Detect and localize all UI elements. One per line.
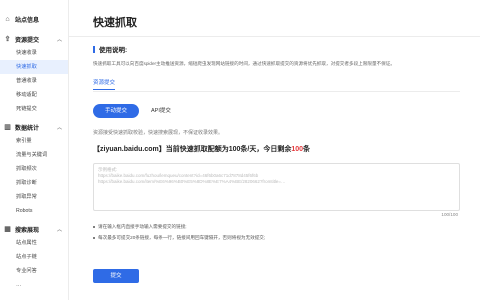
sidebar-item-mobile-adapt[interactable]: 移动适配 xyxy=(0,88,68,102)
submit-button[interactable]: 提交 xyxy=(93,269,139,283)
sidebar-group-search-display[interactable]: ▦ 搜索展现 ︿ xyxy=(0,222,68,236)
sidebar-item-more[interactable]: … xyxy=(0,278,68,292)
char-counter: 100/100 xyxy=(441,212,458,217)
sidebar-item-pro-qa[interactable]: 专业问答 xyxy=(0,264,68,278)
tab-api-submit[interactable]: API提交 xyxy=(139,104,183,118)
sidebar-item-robots[interactable]: Robots xyxy=(0,204,68,218)
quota-remaining: 100 xyxy=(291,146,304,153)
submit-description: 资源接受快速抓取校验，快速搜索展现，不保证收录效果。 xyxy=(93,130,224,136)
sidebar-item-fast-crawl[interactable]: 快速抓取 xyxy=(0,60,68,74)
main-content: 快速抓取 使用说明: 快速抓取工具可以向百度spider主动推送资源，缩短爬虫发… xyxy=(68,0,480,300)
sidebar-group-resource-submit[interactable]: ⇪ 资源提交 ︿ xyxy=(0,32,68,46)
sidebar: ⌂ 站点信息 ⇪ 资源提交 ︿ 快速收录 快速抓取 普通收录 移动适配 死链提交… xyxy=(0,0,69,300)
stats-icon: ▥ xyxy=(4,124,11,131)
sidebar-item-crawl-diagnosis[interactable]: 抓取诊断 xyxy=(0,176,68,190)
usage-heading: 使用说明: xyxy=(93,44,127,54)
divider xyxy=(93,91,460,92)
note-item: 请在输入框内直接手动输入需要提交的链接; xyxy=(93,221,265,232)
tab-resource-submit[interactable]: 资源提交 xyxy=(93,78,116,90)
sidebar-item-crawl-errors[interactable]: 抓取异常 xyxy=(0,190,68,204)
sidebar-item-normal-index[interactable]: 普通收录 xyxy=(0,74,68,88)
sidebar-item-traffic-keywords[interactable]: 流量与关键词 xyxy=(0,148,68,162)
sidebar-item-site-sublinks[interactable]: 站点子链 xyxy=(0,250,68,264)
divider xyxy=(68,36,480,37)
placeholder-line: https://baike.baidu.com/item/%E6%96%B0%E… xyxy=(98,179,286,184)
upload-icon: ⇪ xyxy=(4,36,11,43)
page-title: 快速抓取 xyxy=(93,17,137,29)
sidebar-item-site-attributes[interactable]: 站点属性 xyxy=(0,236,68,250)
sidebar-item-fast-index[interactable]: 快速收录 xyxy=(0,46,68,60)
submit-notes: 请在输入框内直接手动输入需要提交的链接; 每次最多可提交20条链接，每条一行，链… xyxy=(93,221,265,243)
chevron-up-icon: ︿ xyxy=(56,124,62,131)
url-textarea[interactable]: 示例格式: https://baike.baidu.com/fuzhou/lem… xyxy=(93,163,460,211)
submit-mode-switch: 手动提交 API提交 xyxy=(93,104,183,118)
quota-text: 【ziyuan.baidu.com】当前快速抓取配额为100条/天，今日剩余10… xyxy=(93,146,311,153)
sidebar-group-site-info[interactable]: ⌂ 站点信息 xyxy=(0,12,68,26)
usage-text: 快速抓取工具可以向百度spider主动推送资源，缩短爬虫发现网站链接的时间，通过… xyxy=(93,61,395,66)
note-item: 每次最多可提交20条链接，每条一行，链接间用回车键隔开，否则将视为无效提交; xyxy=(93,232,265,243)
sidebar-item-index-volume[interactable]: 索引量 xyxy=(0,134,68,148)
sidebar-group-data-stats[interactable]: ▥ 数据统计 ︿ xyxy=(0,120,68,134)
search-display-icon: ▦ xyxy=(4,226,11,233)
tab-manual-submit[interactable]: 手动提交 xyxy=(93,104,140,118)
home-icon: ⌂ xyxy=(5,15,10,23)
chevron-up-icon: ︿ xyxy=(56,36,62,43)
sidebar-item-crawl-frequency[interactable]: 抓取频次 xyxy=(0,162,68,176)
sidebar-item-dead-link[interactable]: 死链提交 xyxy=(0,102,68,116)
chevron-up-icon: ︿ xyxy=(56,226,62,233)
